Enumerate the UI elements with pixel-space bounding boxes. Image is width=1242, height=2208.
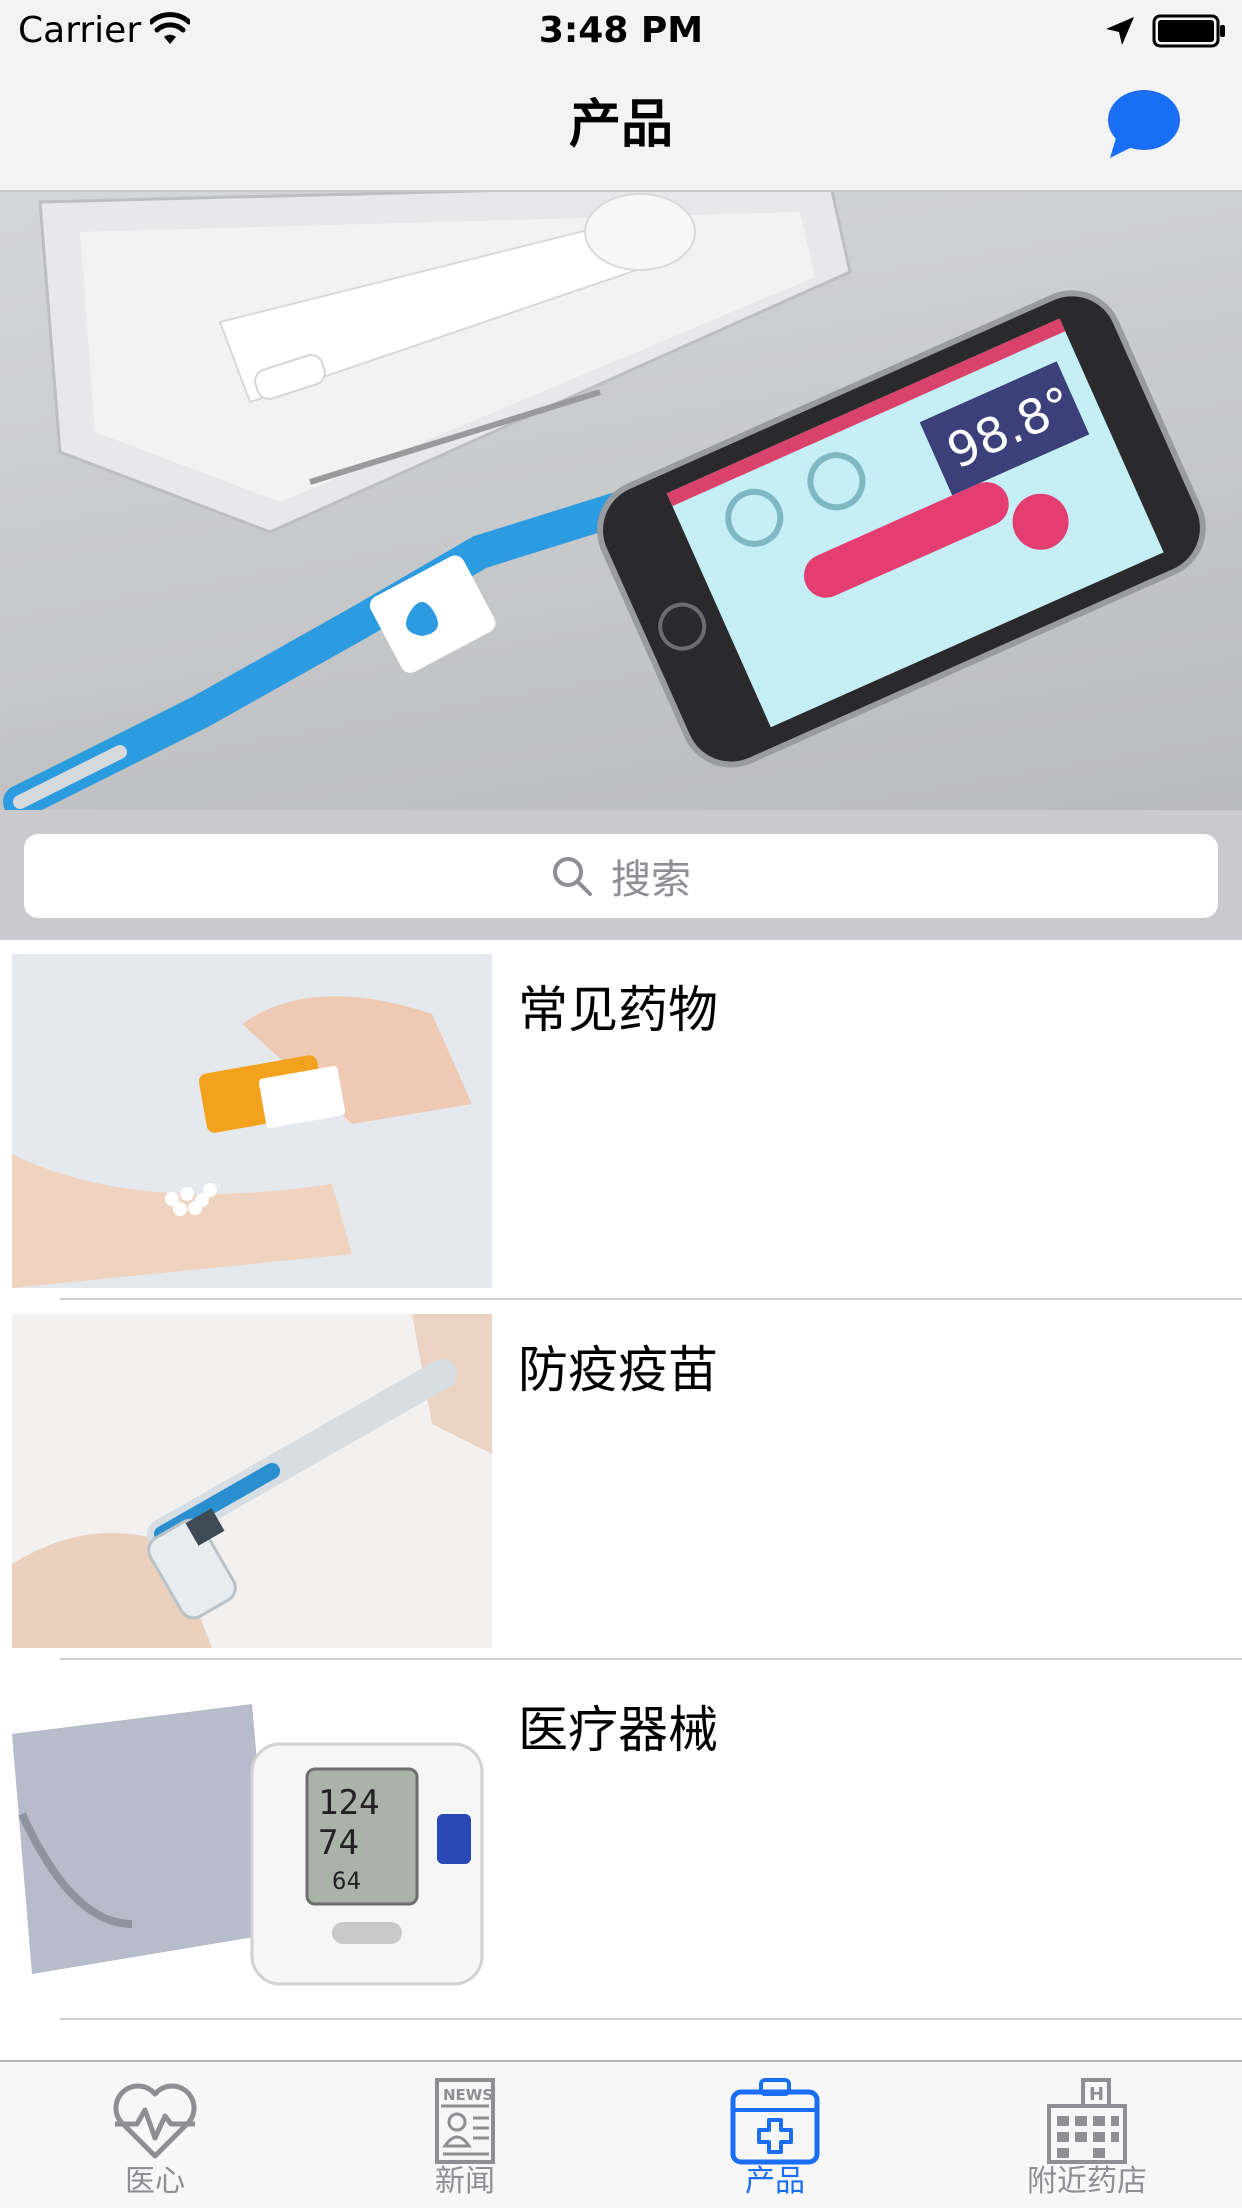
tab-news[interactable]: NEWS 新闻 xyxy=(310,2062,620,2208)
status-bar: Carrier 3:48 PM xyxy=(0,0,1242,62)
list-item-medical-devices[interactable]: 124 74 64 医疗器械 xyxy=(0,1660,1242,2020)
newspaper-icon: NEWS xyxy=(435,2078,495,2164)
battery-icon xyxy=(1152,14,1225,48)
search-icon xyxy=(553,857,592,896)
heart-pulse-icon xyxy=(113,2083,197,2159)
list-item-common-medicine[interactable]: 常见药物 xyxy=(0,940,1242,1300)
list-item-label: 常见药物 xyxy=(518,981,718,1039)
location-arrow-icon xyxy=(1106,17,1134,45)
tab-heart[interactable]: 医心 xyxy=(0,2062,310,2208)
tab-bar: 医心 NEWS 新闻 产品 H 附近药店 xyxy=(0,2060,1242,2208)
svg-text:74: 74 xyxy=(318,1823,359,1863)
clock-label: 3:48 PM xyxy=(538,10,704,51)
tab-nearby-pharmacy[interactable]: H 附近药店 xyxy=(932,2062,1242,2208)
syringe-vial-photo xyxy=(12,1314,492,1648)
chat-bubble-icon[interactable] xyxy=(1106,88,1182,160)
list-item-label: 防疫疫苗 xyxy=(518,1341,718,1399)
row-separator xyxy=(60,2018,1242,2020)
list-item-vaccines[interactable]: 防疫疫苗 xyxy=(0,1300,1242,1660)
navigation-bar: 产品 xyxy=(0,62,1242,192)
tab-label: 附近药店 xyxy=(1027,2164,1147,2199)
hospital-building-icon: H xyxy=(1047,2078,1127,2164)
list-item-label: 医疗器械 xyxy=(518,1701,718,1759)
svg-text:H: H xyxy=(1089,2084,1104,2105)
tab-products[interactable]: 产品 xyxy=(620,2062,930,2208)
search-input[interactable]: 搜索 xyxy=(24,834,1218,918)
svg-text:64: 64 xyxy=(332,1867,361,1895)
svg-text:124: 124 xyxy=(318,1783,379,1823)
pills-in-hand-photo xyxy=(12,954,492,1288)
hero-banner[interactable]: 98.8° xyxy=(0,192,1242,810)
tab-label: 新闻 xyxy=(435,2164,495,2199)
search-placeholder: 搜索 xyxy=(611,857,691,903)
svg-text:NEWS: NEWS xyxy=(443,2086,493,2104)
search-bar-container: 搜索 xyxy=(0,810,1242,940)
thermometer-phone-illustration: 98.8° xyxy=(3,192,1206,810)
tab-label: 产品 xyxy=(745,2164,805,2199)
medical-kit-icon xyxy=(730,2078,820,2165)
tab-label: 医心 xyxy=(125,2164,185,2199)
page-title: 产品 xyxy=(568,95,673,155)
blood-pressure-monitor-photo: 124 74 64 xyxy=(12,1674,492,2008)
